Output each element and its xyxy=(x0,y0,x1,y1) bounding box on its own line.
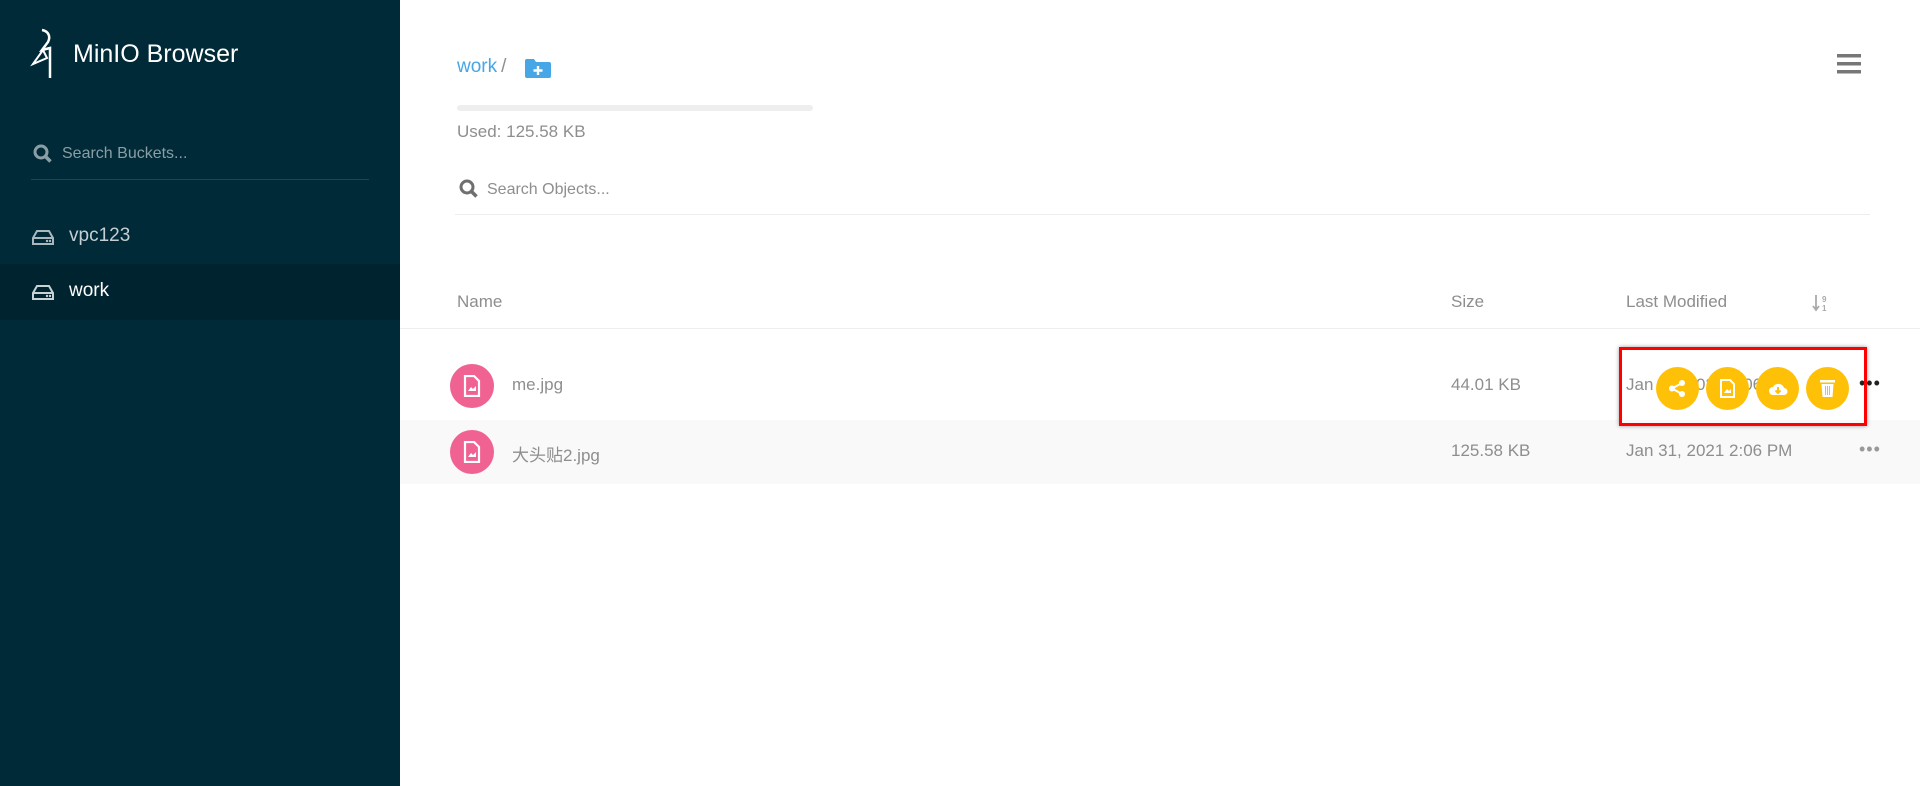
bucket-search-input[interactable]: Search Buckets... xyxy=(31,138,369,180)
usage-progress-bar xyxy=(457,105,813,111)
breadcrumb: work / xyxy=(457,56,506,78)
object-search-input[interactable]: Search Objects... xyxy=(455,172,1870,215)
image-file-icon xyxy=(450,430,494,474)
main-content: work / Used: 125.58 KB Search Objects... … xyxy=(400,0,1920,786)
bucket-search-placeholder: Search Buckets... xyxy=(62,145,188,162)
image-file-icon xyxy=(450,364,494,408)
table-row[interactable]: 大头贴2.jpg 125.58 KB Jan 31, 2021 2:06 PM … xyxy=(400,420,1920,484)
hamburger-menu-icon[interactable] xyxy=(1837,54,1861,74)
usage-label: Used: 125.58 KB xyxy=(457,122,586,141)
sort-icon[interactable]: 91 xyxy=(1812,293,1830,313)
app-title: MinIO Browser xyxy=(73,40,239,68)
drive-icon xyxy=(32,285,54,300)
breadcrumb-separator: / xyxy=(501,56,507,77)
svg-text:1: 1 xyxy=(1822,304,1827,313)
object-size: 44.01 KB xyxy=(1451,375,1521,394)
download-button[interactable] xyxy=(1756,367,1799,410)
row-actions-highlight xyxy=(1619,347,1867,426)
delete-icon xyxy=(1820,380,1835,397)
drive-icon xyxy=(32,230,54,245)
sidebar: MinIO Browser Search Buckets... vpc123 w… xyxy=(0,0,400,786)
column-name[interactable]: Name xyxy=(457,292,502,312)
bucket-label: vpc123 xyxy=(69,225,131,246)
object-search-placeholder: Search Objects... xyxy=(487,181,610,198)
preview-button[interactable] xyxy=(1706,367,1749,410)
object-name[interactable]: me.jpg xyxy=(512,375,563,395)
object-name[interactable]: 大头贴2.jpg xyxy=(512,441,600,466)
sidebar-item-work[interactable]: work xyxy=(0,264,400,320)
download-icon xyxy=(1769,383,1788,395)
column-last-modified[interactable]: Last Modified xyxy=(1626,292,1727,312)
object-modified: Jan 31, 2021 2:06 PM xyxy=(1626,441,1793,460)
svg-text:9: 9 xyxy=(1822,295,1827,304)
share-icon xyxy=(1669,380,1685,397)
object-size: 125.58 KB xyxy=(1451,441,1531,460)
share-button[interactable] xyxy=(1656,367,1699,410)
breadcrumb-bucket[interactable]: work xyxy=(457,56,497,77)
search-icon xyxy=(459,179,478,198)
bucket-label: work xyxy=(69,280,110,301)
more-options-icon[interactable]: ••• xyxy=(1859,439,1881,460)
preview-icon xyxy=(1720,379,1735,398)
new-folder-icon[interactable] xyxy=(525,58,551,78)
minio-logo-icon xyxy=(30,28,52,78)
column-size[interactable]: Size xyxy=(1451,292,1484,312)
sidebar-item-vpc123[interactable]: vpc123 xyxy=(0,209,400,265)
table-header: Name Size Last Modified 91 xyxy=(400,285,1920,329)
search-icon xyxy=(33,144,52,163)
delete-button[interactable] xyxy=(1806,367,1849,410)
